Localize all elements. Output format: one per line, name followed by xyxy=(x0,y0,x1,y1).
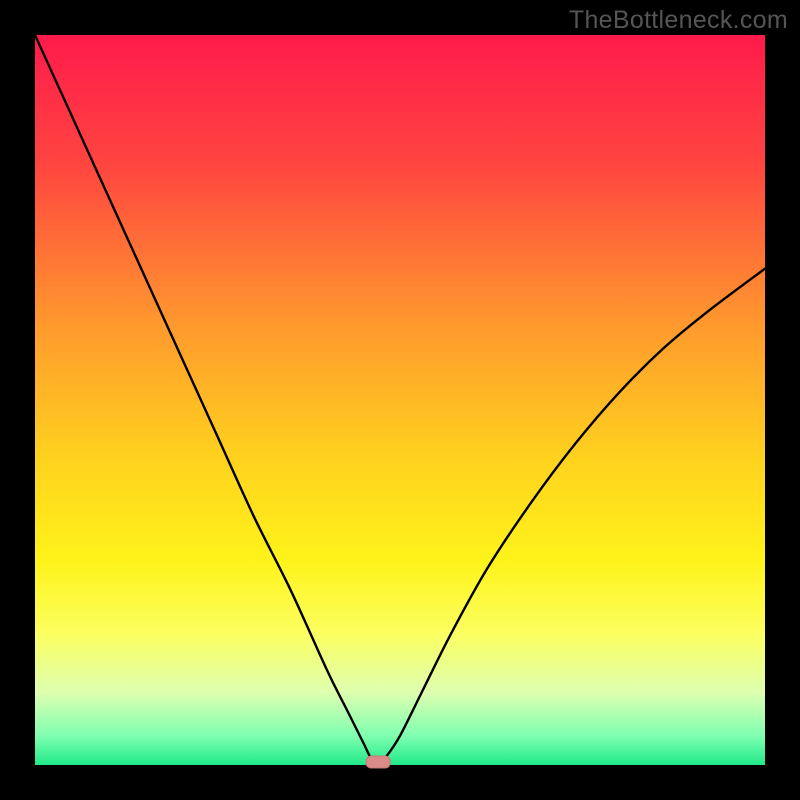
chart-frame: TheBottleneck.com xyxy=(0,0,800,800)
plot-area xyxy=(35,35,765,765)
bottleneck-chart-svg xyxy=(0,0,800,800)
watermark-text: TheBottleneck.com xyxy=(569,6,788,35)
optimum-marker xyxy=(366,756,390,768)
